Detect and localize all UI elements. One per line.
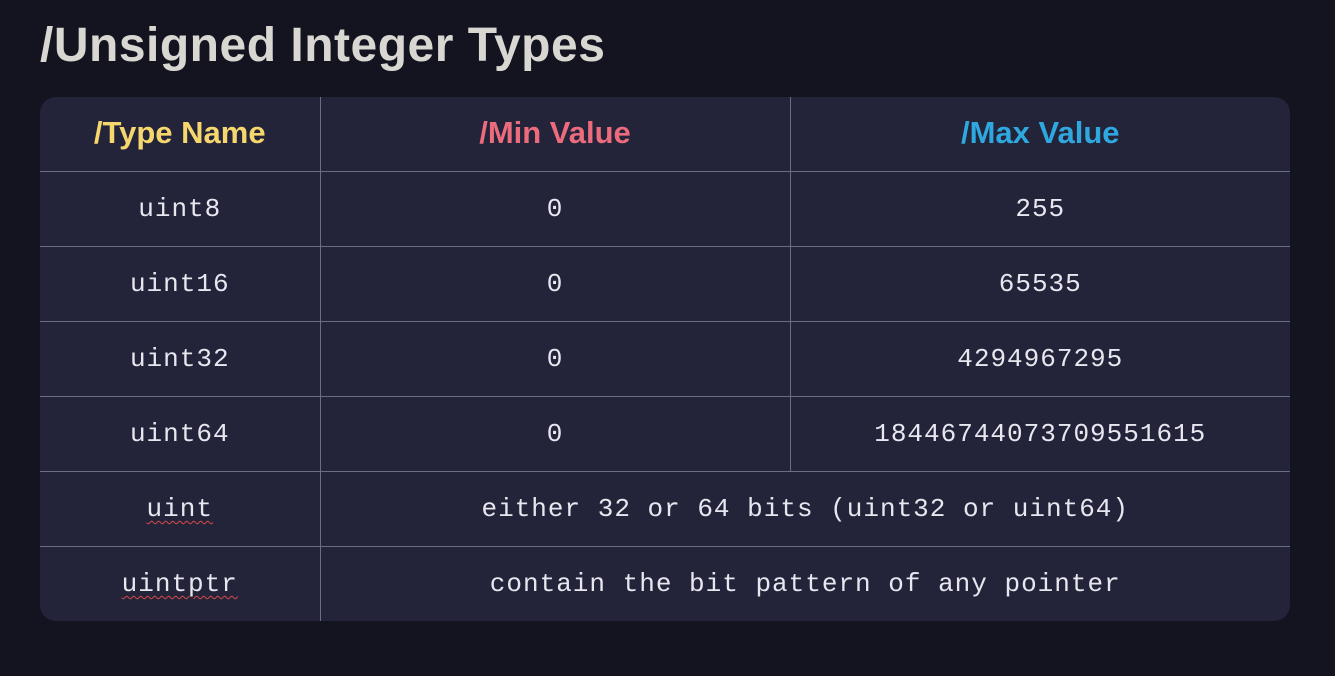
table-row: uint80255 (40, 172, 1290, 247)
table-row: uint3204294967295 (40, 322, 1290, 397)
cell-type-name: uint32 (40, 322, 320, 397)
table-body: uint80255uint16065535uint3204294967295ui… (40, 172, 1290, 622)
cell-max-value: 255 (790, 172, 1290, 247)
title-text: Unsigned Integer Types (54, 18, 606, 73)
header-text-max-value: Max Value (970, 115, 1120, 150)
col-header-max-value: /Max Value (790, 97, 1290, 172)
cell-min-value: 0 (320, 247, 790, 322)
cell-type-name: uintptr (40, 547, 320, 622)
header-slash: / (961, 115, 970, 150)
header-slash: / (479, 115, 488, 150)
cell-min-value: 0 (320, 322, 790, 397)
title-slash: / (40, 18, 54, 73)
cell-type-name: uint (40, 472, 320, 547)
col-header-min-value: /Min Value (320, 97, 790, 172)
header-text-type-name: Type Name (103, 115, 266, 150)
cell-type-name: uint16 (40, 247, 320, 322)
cell-min-value: 0 (320, 172, 790, 247)
cell-type-name: uint64 (40, 397, 320, 472)
header-text-min-value: Min Value (488, 115, 631, 150)
page-title: /Unsigned Integer Types (40, 18, 1295, 73)
table-row: uint16065535 (40, 247, 1290, 322)
cell-min-value: 0 (320, 397, 790, 472)
cell-max-value: 65535 (790, 247, 1290, 322)
col-header-type-name: /Type Name (40, 97, 320, 172)
header-slash: / (94, 115, 103, 150)
types-table: /Type Name /Min Value /Max Value uint802… (40, 97, 1290, 621)
table-row: uint64018446744073709551615 (40, 397, 1290, 472)
table-row: uinteither 32 or 64 bits (uint32 or uint… (40, 472, 1290, 547)
cell-max-value: 4294967295 (790, 322, 1290, 397)
cell-max-value: 18446744073709551615 (790, 397, 1290, 472)
cell-description: either 32 or 64 bits (uint32 or uint64) (320, 472, 1290, 547)
cell-description: contain the bit pattern of any pointer (320, 547, 1290, 622)
table-header-row: /Type Name /Min Value /Max Value (40, 97, 1290, 172)
cell-type-name: uint8 (40, 172, 320, 247)
table-row: uintptrcontain the bit pattern of any po… (40, 547, 1290, 622)
